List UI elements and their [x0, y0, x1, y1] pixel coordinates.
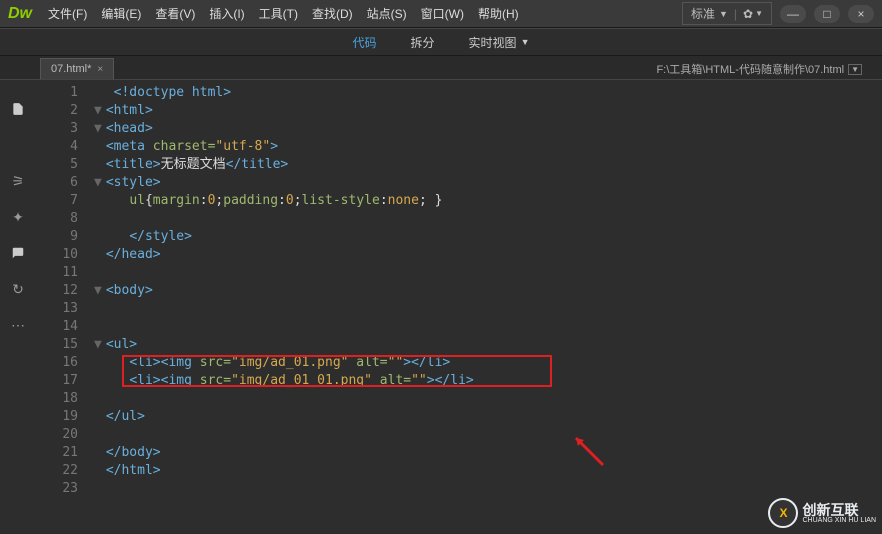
menubar: Dw 文件(F) 编辑(E) 查看(V) 插入(I) 工具(T) 查找(D) 站… — [0, 0, 882, 28]
code-line: </html> — [94, 462, 882, 480]
file-path-text: F:\工具箱\HTML-代码随意制作\07.html — [656, 61, 844, 77]
view-toolbar: 代码 拆分 实时视图 ▼ — [0, 28, 882, 56]
menu-edit[interactable]: 编辑(E) — [95, 1, 147, 26]
refresh-icon[interactable]: ↻ — [9, 280, 27, 298]
menu-tools[interactable]: 工具(T) — [253, 1, 304, 26]
watermark-text: 创新互联 CHUANG XIN HU LIAN — [802, 503, 876, 524]
code-line: </body> — [94, 444, 882, 462]
code-line — [94, 390, 882, 408]
wand-icon[interactable]: ✦ — [9, 208, 27, 226]
code-line: ▼<head> — [94, 120, 882, 138]
app-logo: Dw — [8, 5, 32, 23]
code-line: ▼<body> — [94, 282, 882, 300]
watermark-subtitle: CHUANG XIN HU LIAN — [802, 517, 876, 524]
line-gutter: 1234567891011121314151617181920212223 — [38, 80, 88, 534]
menu-site[interactable]: 站点(S) — [361, 1, 413, 26]
code-view-button[interactable]: 代码 — [345, 30, 385, 55]
watermark-title: 创新互联 — [802, 503, 876, 517]
menu-help[interactable]: 帮助(H) — [472, 1, 525, 26]
code-line: </head> — [94, 246, 882, 264]
code-line — [94, 264, 882, 282]
minimize-button[interactable]: — — [780, 5, 806, 23]
more-icon[interactable]: ⋯ — [9, 316, 27, 334]
code-line — [94, 318, 882, 336]
code-line: ▼<html> — [94, 102, 882, 120]
code-line: <title>无标题文档</title> — [94, 156, 882, 174]
menu-items: 文件(F) 编辑(E) 查看(V) 插入(I) 工具(T) 查找(D) 站点(S… — [42, 1, 525, 26]
code-editor[interactable]: 1234567891011121314151617181920212223 <!… — [38, 80, 882, 534]
code-line: <li><img src="img/ad_01_01.png" alt=""><… — [94, 372, 882, 390]
chevron-down-icon: ▼ — [521, 37, 530, 47]
code-line: <!doctype html> — [94, 84, 882, 102]
separator: | — [734, 7, 737, 21]
side-toolbar: ⚞ ✦ ↻ ⋯ — [0, 80, 36, 334]
live-view-dropdown[interactable]: 实时视图 ▼ — [461, 30, 538, 55]
chevron-down-icon: ▼ — [719, 9, 728, 19]
maximize-button[interactable]: □ — [814, 5, 840, 23]
code-line: <meta charset="utf-8"> — [94, 138, 882, 156]
tab-bar: 07.html* × F:\工具箱\HTML-代码随意制作\07.html ▼ — [0, 56, 882, 80]
file-tab[interactable]: 07.html* × — [40, 58, 114, 79]
menu-window[interactable]: 窗口(W) — [415, 1, 470, 26]
gear-icon[interactable]: ✿ — [743, 7, 753, 21]
layout-label: 标准 — [691, 5, 715, 22]
window-controls: 标准 ▼ | ✿ ▼ — □ × — [682, 2, 874, 25]
menu-file[interactable]: 文件(F) — [42, 1, 93, 26]
close-button[interactable]: × — [848, 5, 874, 23]
code-line — [94, 300, 882, 318]
code-area[interactable]: <!doctype html> ▼<html> ▼<head> <meta ch… — [88, 80, 882, 534]
menu-view[interactable]: 查看(V) — [149, 1, 201, 26]
file-icon[interactable] — [9, 100, 27, 118]
gear-chevron-icon: ▼ — [755, 9, 763, 18]
path-dropdown-icon[interactable]: ▼ — [848, 64, 862, 75]
tree-icon[interactable]: ⚞ — [9, 172, 27, 190]
comment-icon[interactable] — [9, 244, 27, 262]
watermark: X 创新互联 CHUANG XIN HU LIAN — [768, 498, 876, 528]
layout-dropdown[interactable]: 标准 ▼ | ✿ ▼ — [682, 2, 772, 25]
code-line: </ul> — [94, 408, 882, 426]
tab-title: 07.html* — [51, 63, 91, 75]
code-line — [94, 480, 882, 498]
watermark-logo-icon: X — [768, 498, 798, 528]
menu-find[interactable]: 查找(D) — [306, 1, 359, 26]
code-line: ▼<ul> — [94, 336, 882, 354]
live-view-label: 实时视图 — [469, 34, 517, 51]
code-line: ▼<style> — [94, 174, 882, 192]
code-line: <li><img src="img/ad_01.png" alt=""></li… — [94, 354, 882, 372]
file-path: F:\工具箱\HTML-代码随意制作\07.html ▼ — [656, 61, 862, 77]
split-view-button[interactable]: 拆分 — [403, 30, 443, 55]
code-line: ul{margin:0;padding:0;list-style:none; } — [94, 192, 882, 210]
code-line: </style> — [94, 228, 882, 246]
menu-insert[interactable]: 插入(I) — [203, 1, 250, 26]
close-icon[interactable]: × — [97, 64, 103, 75]
code-line — [94, 426, 882, 444]
sliders-icon[interactable] — [9, 136, 27, 154]
code-line — [94, 210, 882, 228]
